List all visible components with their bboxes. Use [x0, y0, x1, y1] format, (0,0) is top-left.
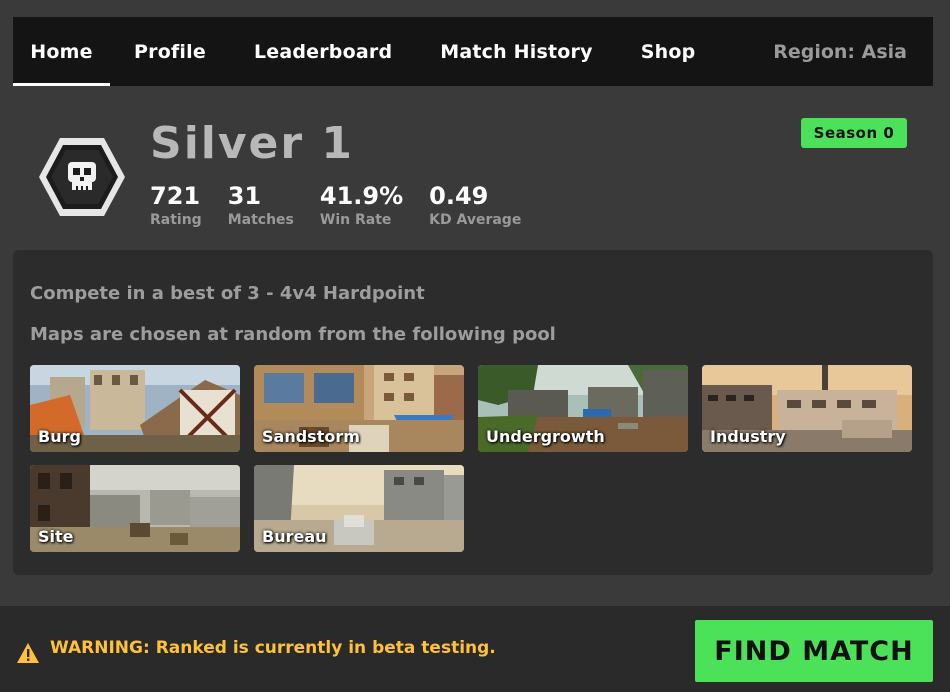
stat-label: Win Rate [319, 212, 392, 228]
nav-home[interactable]: Home [13, 17, 110, 86]
beta-warning: WARNING: Ranked is currently in beta tes… [50, 638, 496, 658]
region-label[interactable]: Region: Asia [773, 41, 933, 63]
find-match-button[interactable]: FIND MATCH [695, 620, 933, 682]
map-name: Bureau [262, 527, 327, 546]
stat-kd-average: 0.49 KD Average [429, 182, 521, 230]
map-name: Sandstorm [262, 427, 360, 446]
map-card-site[interactable]: Site [30, 465, 240, 552]
nav-shop[interactable]: Shop [617, 17, 720, 86]
warning-prefix: WARNING: [50, 638, 150, 658]
map-card-bureau[interactable]: Bureau [254, 465, 464, 552]
map-pool-panel: Compete in a best of 3 - 4v4 Hardpoint M… [13, 250, 933, 575]
map-name: Undergrowth [486, 427, 605, 446]
map-name: Industry [710, 427, 786, 446]
top-nav: Home Profile Leaderboard Match History S… [13, 17, 933, 86]
stat-value: 721 [150, 182, 201, 210]
stat-label: Rating [150, 212, 202, 228]
map-name: Site [38, 527, 74, 546]
stat-value: 31 [227, 182, 262, 210]
map-grid: Burg Sandstorm Undergrowth Industry Site… [30, 365, 916, 552]
warning-icon [17, 643, 39, 663]
nav-profile[interactable]: Profile [110, 17, 230, 86]
map-card-burg[interactable]: Burg [30, 365, 240, 452]
nav-match-history[interactable]: Match History [416, 17, 616, 86]
stat-rating: 721 Rating [150, 182, 202, 230]
stat-label: Matches [227, 212, 294, 228]
map-card-undergrowth[interactable]: Undergrowth [478, 365, 688, 452]
map-card-industry[interactable]: Industry [702, 365, 912, 452]
stat-matches: 31 Matches [228, 182, 294, 230]
stat-win-rate: 41.9% Win Rate [320, 182, 403, 230]
stats-row: 721 Rating 31 Matches 41.9% Win Rate 0.4… [150, 182, 547, 230]
map-pool-description: Maps are chosen at random from the follo… [30, 324, 556, 345]
map-card-sandstorm[interactable]: Sandstorm [254, 365, 464, 452]
rank-title: Silver 1 [150, 118, 355, 169]
season-badge: Season 0 [801, 118, 907, 148]
stat-value: 0.49 [429, 182, 489, 210]
mode-description: Compete in a best of 3 - 4v4 Hardpoint [30, 283, 425, 304]
nav-leaderboard[interactable]: Leaderboard [230, 17, 416, 86]
stat-label: KD Average [429, 212, 522, 228]
warning-message: Ranked is currently in beta testing. [149, 638, 496, 658]
skull-icon [39, 138, 125, 216]
map-name: Burg [38, 427, 81, 446]
stat-value: 41.9% [319, 182, 404, 210]
ranked-screen: Home Profile Leaderboard Match History S… [0, 0, 950, 692]
